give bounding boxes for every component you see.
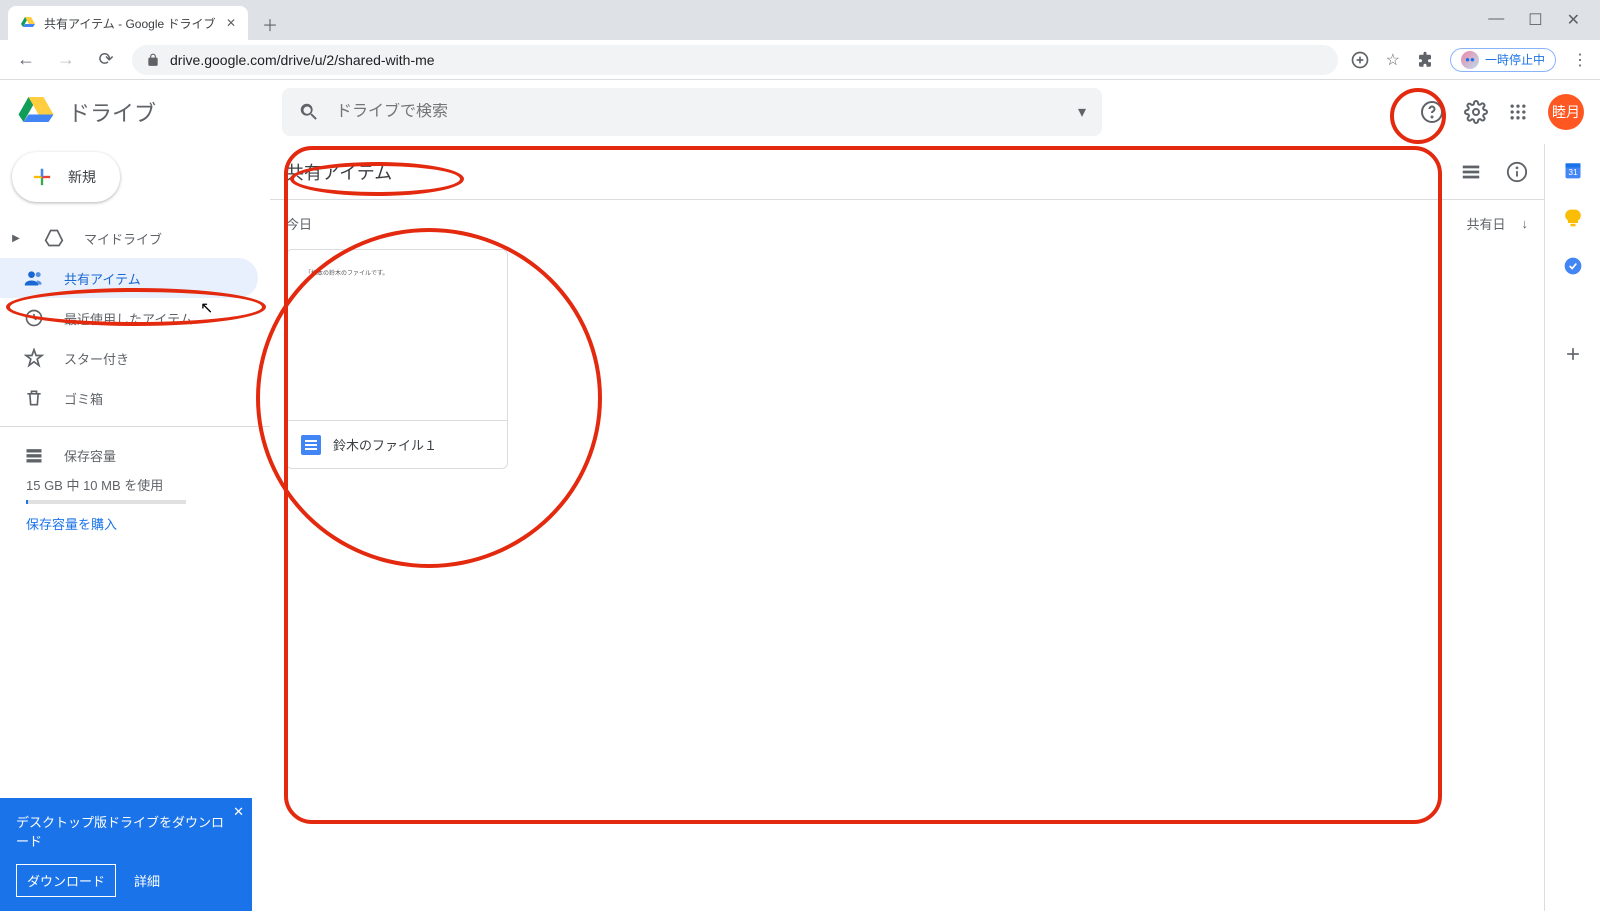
promo-text: デスクトップ版ドライブをダウンロード — [16, 812, 236, 850]
drive-favicon — [20, 15, 36, 31]
profile-paused-pill[interactable]: ●● 一時停止中 — [1450, 48, 1556, 72]
search-box[interactable]: ▾ — [282, 88, 1102, 136]
people-icon — [24, 268, 44, 288]
help-icon[interactable] — [1420, 100, 1444, 124]
star-icon — [24, 348, 44, 368]
svg-text:31: 31 — [1568, 167, 1578, 177]
bookmark-icon[interactable]: ☆ — [1386, 50, 1400, 70]
tab-close-icon[interactable]: ✕ — [226, 16, 236, 30]
apps-icon[interactable] — [1508, 102, 1528, 122]
add-page-icon[interactable] — [1350, 50, 1370, 70]
file-thumbnail: 「様本の鈴木のファイルです。 — [287, 250, 507, 420]
docs-icon — [301, 435, 321, 455]
back-button[interactable]: ← — [12, 46, 40, 74]
side-panel: 31 — [1544, 144, 1600, 911]
maximize-icon[interactable]: ☐ — [1528, 10, 1542, 30]
reload-button[interactable]: ⟳ — [92, 46, 120, 74]
tab-title: 共有アイテム - Google ドライブ — [44, 15, 216, 32]
search-icon — [298, 101, 320, 123]
page-title: 共有アイテム — [286, 159, 392, 185]
promo-close-icon[interactable]: ✕ — [233, 804, 244, 820]
sidebar-item-label: 保存容量 — [64, 446, 116, 465]
sidebar-item-starred[interactable]: スター付き — [0, 338, 258, 378]
section-label: 今日 — [286, 214, 312, 233]
main-content: 共有アイテム 今日 共有日 ↓ 「様本の鈴木のファイルです。 鈴木のファイル１ — [270, 144, 1544, 911]
file-name: 鈴木のファイル１ — [333, 435, 437, 454]
sidebar-item-label: 共有アイテム — [64, 269, 141, 288]
sort-label[interactable]: 共有日 — [1466, 214, 1505, 233]
minimize-icon[interactable]: — — [1488, 10, 1504, 30]
sidebar-item-trash[interactable]: ゴミ箱 — [0, 378, 258, 418]
main-toolbar: 共有アイテム — [270, 144, 1544, 200]
storage-bar — [26, 500, 186, 504]
url-text: drive.google.com/drive/u/2/shared-with-m… — [170, 52, 435, 68]
forward-button[interactable]: → — [52, 46, 80, 74]
tasks-icon[interactable] — [1563, 256, 1583, 276]
sidebar-item-recent[interactable]: 最近使用したアイテム — [0, 298, 258, 338]
browser-tab[interactable]: 共有アイテム - Google ドライブ ✕ — [8, 6, 248, 40]
trash-icon — [24, 388, 44, 408]
sidebar-item-shared[interactable]: 共有アイテム — [0, 258, 258, 298]
desktop-promo: ✕ デスクトップ版ドライブをダウンロード ダウンロード 詳細 — [0, 798, 252, 911]
expand-icon[interactable]: ▶ — [8, 233, 24, 244]
drive-icon — [44, 228, 64, 248]
section-header: 今日 共有日 ↓ — [270, 200, 1544, 241]
sidebar-item-storage[interactable]: 保存容量 — [0, 435, 258, 475]
add-panel-icon[interactable] — [1563, 344, 1583, 364]
chrome-menu-icon[interactable]: ⋮ — [1572, 50, 1588, 70]
sort-arrow-icon[interactable]: ↓ — [1522, 216, 1529, 231]
settings-icon[interactable] — [1464, 100, 1488, 124]
plus-icon — [28, 163, 56, 191]
search-options-icon[interactable]: ▾ — [1078, 102, 1086, 122]
sidebar: 新規 ▶ マイドライブ 共有アイテム 最近使用したアイテム スター付き — [0, 144, 270, 911]
promo-detail-link[interactable]: 詳細 — [134, 871, 160, 890]
calendar-icon[interactable]: 31 — [1563, 160, 1583, 180]
profile-avatar-icon: ●● — [1461, 51, 1479, 69]
keep-icon[interactable] — [1563, 208, 1583, 228]
close-window-icon[interactable]: ✕ — [1567, 10, 1580, 30]
sidebar-item-label: スター付き — [64, 349, 129, 368]
extensions-icon[interactable] — [1416, 51, 1434, 69]
new-button[interactable]: 新規 — [12, 152, 120, 202]
sidebar-item-label: ゴミ箱 — [64, 389, 103, 408]
drive-logo-block[interactable]: ドライブ — [16, 92, 266, 132]
sidebar-item-label: 最近使用したアイテム — [64, 309, 193, 328]
storage-icon — [24, 445, 44, 465]
buy-storage-link[interactable]: 保存容量を購入 — [26, 514, 270, 533]
file-grid: 「様本の鈴木のファイルです。 鈴木のファイル１ — [270, 241, 1544, 477]
storage-usage-text: 15 GB 中 10 MB を使用 — [26, 475, 270, 494]
drive-header: ドライブ ▾ 睦月 — [0, 80, 1600, 144]
file-card[interactable]: 「様本の鈴木のファイルです。 鈴木のファイル１ — [286, 249, 508, 469]
info-icon[interactable] — [1506, 161, 1528, 183]
account-avatar[interactable]: 睦月 — [1548, 94, 1584, 130]
lock-icon — [146, 53, 160, 67]
new-tab-button[interactable]: ＋ — [256, 10, 284, 38]
address-bar: ← → ⟳ drive.google.com/drive/u/2/shared-… — [0, 40, 1600, 80]
list-view-icon[interactable] — [1460, 161, 1482, 183]
window-controls: — ☐ ✕ — [1488, 10, 1600, 40]
drive-product-name: ドライブ — [68, 96, 156, 128]
cursor-icon: ↖ — [200, 298, 213, 318]
clock-icon — [24, 308, 44, 328]
browser-tab-bar: 共有アイテム - Google ドライブ ✕ ＋ — ☐ ✕ — [0, 0, 1600, 40]
url-box[interactable]: drive.google.com/drive/u/2/shared-with-m… — [132, 45, 1338, 75]
sidebar-item-label: マイドライブ — [84, 229, 162, 248]
sidebar-item-mydrive[interactable]: ▶ マイドライブ — [0, 218, 258, 258]
drive-logo-icon — [16, 92, 56, 132]
search-input[interactable] — [336, 103, 1062, 121]
promo-download-button[interactable]: ダウンロード — [16, 864, 116, 897]
